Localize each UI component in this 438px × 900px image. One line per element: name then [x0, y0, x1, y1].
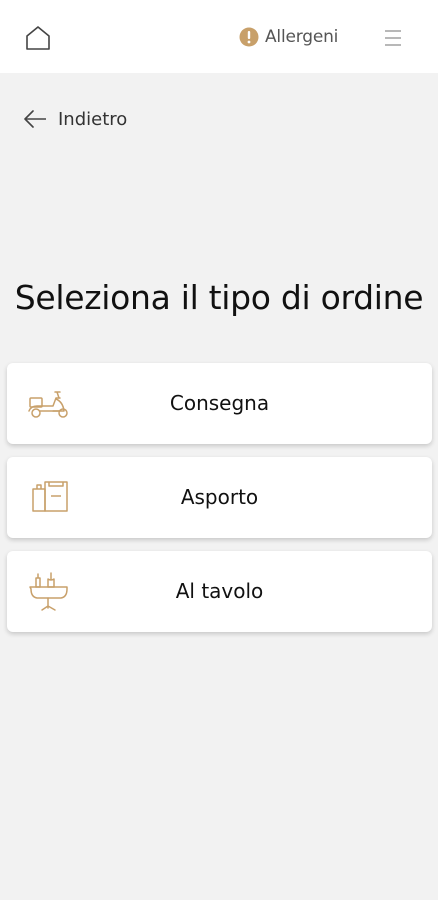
back-label: Indietro	[58, 108, 128, 130]
order-type-takeaway[interactable]: Asporto	[7, 457, 432, 538]
order-type-table[interactable]: Al tavolo	[7, 551, 432, 632]
hamburger-menu-icon	[385, 30, 401, 46]
back-button[interactable]: Indietro	[22, 105, 127, 133]
allergens-label: Allergeni	[265, 27, 339, 47]
order-type-label: Consegna	[169, 391, 270, 415]
allergens-button[interactable]: Allergeni	[239, 25, 338, 49]
top-bar: Allergeni	[0, 0, 438, 73]
arrow-left-icon	[24, 110, 46, 128]
order-type-label: Al tavolo	[175, 579, 264, 603]
order-type-delivery[interactable]: Consegna	[7, 363, 432, 444]
menu-button[interactable]	[382, 27, 404, 49]
page-title: Seleziona il tipo di ordine	[14, 278, 424, 317]
alert-circle-icon	[239, 27, 259, 47]
home-button[interactable]	[24, 24, 52, 52]
home-icon	[26, 26, 50, 50]
order-type-label: Asporto	[180, 485, 259, 509]
